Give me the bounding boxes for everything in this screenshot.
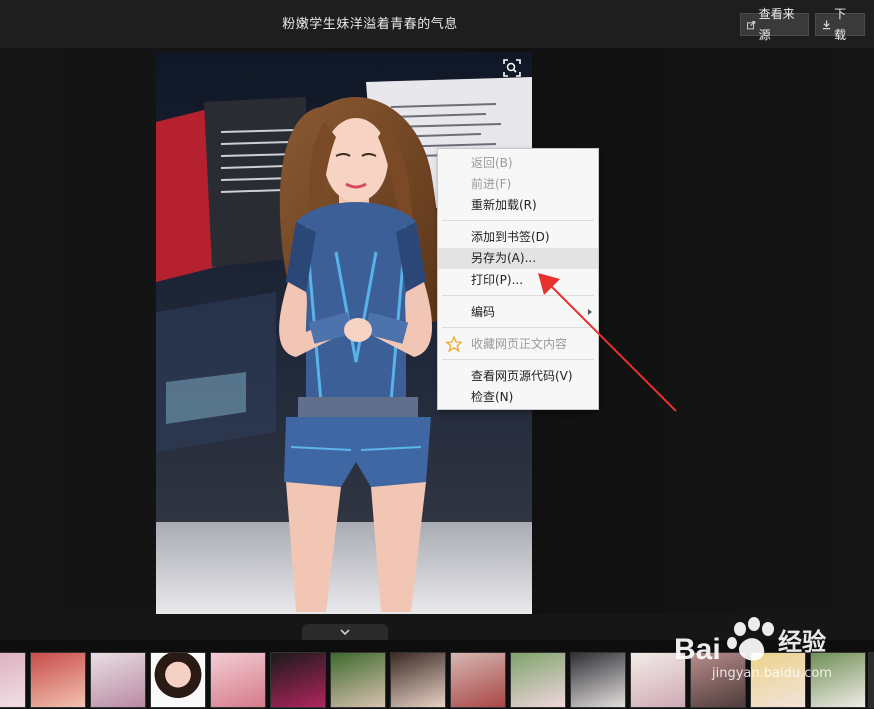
- collapse-thumbnails-button[interactable]: [302, 624, 388, 640]
- menu-item-label: 打印(P)...: [471, 273, 524, 287]
- thumbnail[interactable]: [570, 652, 626, 708]
- menu-item-label: 编码: [471, 305, 496, 319]
- external-link-icon: [747, 20, 756, 29]
- image-viewer: 粉嫩学生妹洋溢着青春的气息 查看来源 下载 返回(B) 前进(F) 重新加载(R…: [0, 0, 874, 709]
- baidu-paw-logo: Bai: [674, 617, 774, 666]
- menu-item-label: 重新加载(R): [471, 198, 537, 212]
- thumbnail[interactable]: [150, 652, 206, 708]
- download-button[interactable]: 下载: [815, 7, 865, 42]
- menu-separator: [442, 220, 594, 221]
- thumbnail[interactable]: [510, 652, 566, 708]
- thumbnail[interactable]: [210, 652, 266, 708]
- watermark-brand: Bai: [674, 633, 721, 666]
- chevron-down-icon: [340, 629, 350, 636]
- thumbnail[interactable]: [450, 652, 506, 708]
- menu-item-label: 另存为(A)...: [471, 251, 537, 265]
- menu-item-label: 前进(F): [471, 177, 512, 191]
- download-icon: [822, 19, 831, 29]
- view-source-button[interactable]: 查看来源: [740, 7, 809, 42]
- menu-item-forward[interactable]: 前进(F): [438, 174, 598, 195]
- download-label: 下载: [834, 6, 847, 42]
- thumbnail[interactable]: [330, 652, 386, 708]
- thumbnail[interactable]: [0, 652, 26, 708]
- watermark-url: jingyan.baidu.com: [712, 666, 832, 681]
- zoom-icon[interactable]: [502, 58, 522, 78]
- watermark-brand-cn: 经验: [778, 628, 826, 656]
- star-icon: [446, 336, 462, 352]
- menu-item-reload[interactable]: 重新加载(R): [438, 195, 598, 216]
- thumbnail[interactable]: [30, 652, 86, 708]
- viewer-header: 粉嫩学生妹洋溢着青春的气息 查看来源 下载: [0, 0, 874, 48]
- thumbnail[interactable]: [390, 652, 446, 708]
- thumbnail[interactable]: [90, 652, 146, 708]
- menu-item-label: 返回(B): [471, 156, 513, 170]
- menu-item-label: 检查(N): [471, 390, 514, 404]
- image-title: 粉嫩学生妹洋溢着青春的气息: [282, 17, 458, 32]
- menu-item-back[interactable]: 返回(B): [438, 153, 598, 174]
- menu-item-add-bookmark[interactable]: 添加到书签(D): [438, 227, 598, 248]
- menu-item-label: 添加到书签(D): [471, 230, 550, 244]
- view-source-label: 查看来源: [758, 6, 795, 42]
- thumbnail[interactable]: [270, 652, 326, 708]
- red-arrow-annotation: [538, 273, 677, 412]
